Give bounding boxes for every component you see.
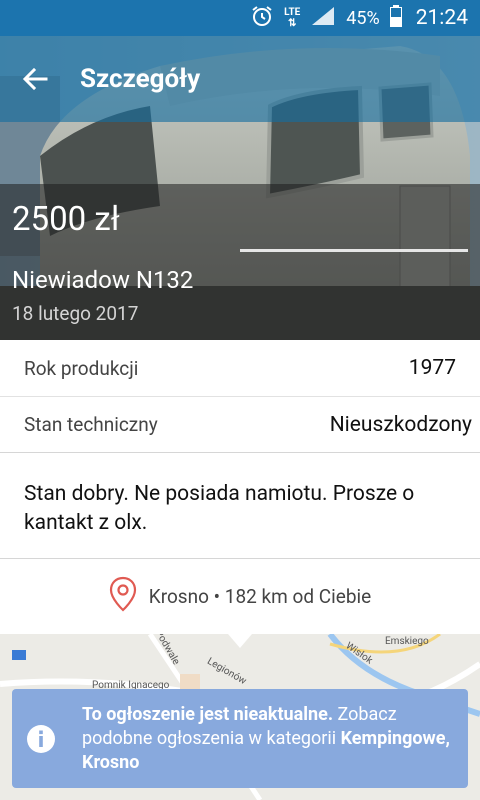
listing-date: 18 lutego 2017 xyxy=(12,302,139,325)
back-arrow-icon[interactable] xyxy=(22,64,52,94)
alarm-icon xyxy=(250,4,274,32)
app-bar: Szczegóły xyxy=(0,36,480,122)
location-pin-icon xyxy=(109,576,137,617)
battery-percent: 45% xyxy=(346,7,380,29)
listing-title: Niewiadow N132 xyxy=(12,266,194,294)
detail-row-condition: Stan techniczny Nieuszkodzony xyxy=(0,396,480,452)
network-indicator: LTE ⇅ xyxy=(284,7,301,29)
clock: 21:24 xyxy=(415,6,468,30)
location-text: Krosno • 182 km od Ciebie xyxy=(148,585,372,608)
detail-label: Rok produkcji xyxy=(24,356,139,380)
network-type: LTE xyxy=(284,7,301,18)
location-row[interactable]: Krosno • 182 km od Ciebie xyxy=(0,558,480,634)
info-icon xyxy=(26,724,56,754)
detail-label: Stan techniczny xyxy=(24,413,158,436)
detail-row-year: Rok produkcji 1977 xyxy=(0,340,480,396)
signal-icon xyxy=(310,5,336,31)
listing-price: 2500 zł xyxy=(12,200,120,239)
status-bar: LTE ⇅ 45% 21:24 xyxy=(0,0,480,36)
inactive-listing-banner[interactable]: To ogłoszenie jest nieaktualne. Zobacz p… xyxy=(12,689,468,788)
map-label: Emskiego xyxy=(385,636,429,647)
listing-description: Stan dobry. Ne posiada namiotu. Prosze o… xyxy=(0,452,480,558)
listing-photo[interactable]: Szczegóły 2500 zł Niewiadow N132 18 lute… xyxy=(0,36,480,340)
page-title: Szczegóły xyxy=(80,64,201,94)
detail-value: 1977 xyxy=(408,356,456,380)
banner-bold-lead: To ogłoszenie jest nieaktualne. xyxy=(82,703,334,725)
detail-value: Nieuszkodzony xyxy=(329,412,472,437)
banner-message: To ogłoszenie jest nieaktualne. Zobacz p… xyxy=(82,703,450,775)
price-divider xyxy=(240,249,468,252)
battery-icon xyxy=(389,5,402,31)
